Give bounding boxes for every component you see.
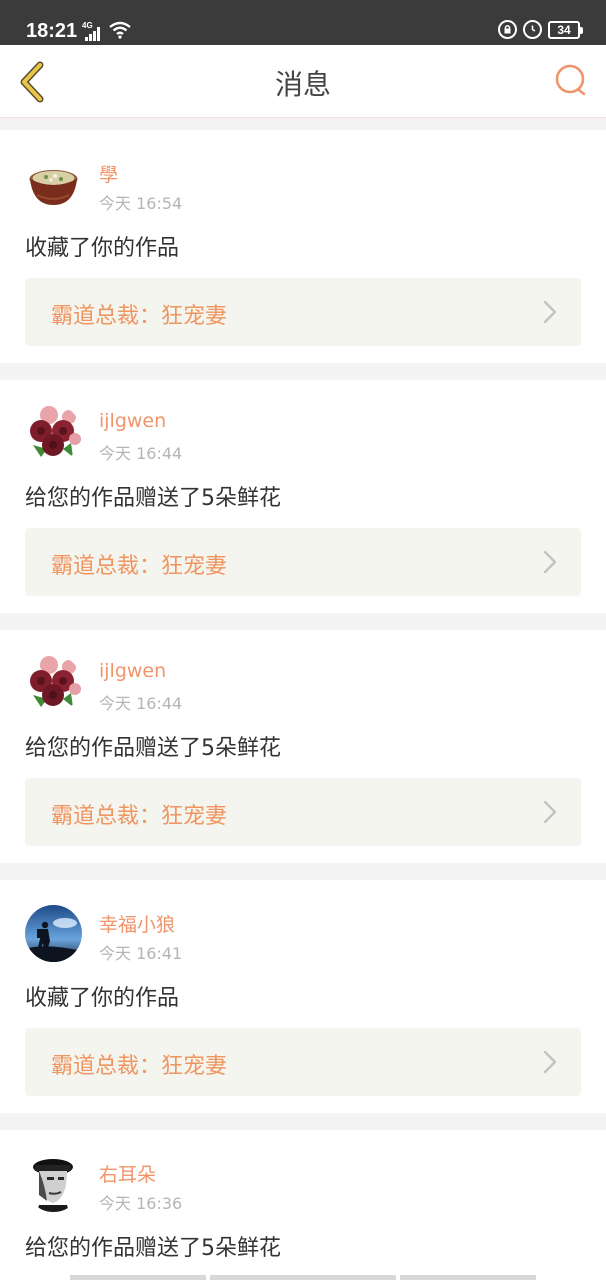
chevron-right-icon (543, 1050, 557, 1074)
roses-avatar[interactable] (25, 655, 82, 712)
message-time: 今天 16:36 (99, 1194, 183, 1213)
work-link[interactable]: 霸道总裁：狂宠妻 (25, 278, 581, 346)
hiker-avatar[interactable] (25, 905, 82, 962)
message-card[interactable]: ijlgwen 今天 16:44 给您的作品赠送了5朵鲜花 霸道总裁：狂宠妻 (0, 380, 606, 613)
nav-bar: 消息 (0, 45, 606, 118)
signal-icon: 4G (82, 21, 104, 41)
work-title: 霸道总裁：狂宠妻 (51, 554, 228, 579)
page-title: 消息 (274, 68, 331, 101)
soup-bowl-avatar[interactable] (25, 155, 82, 212)
user-name[interactable]: 右耳朵 (99, 1160, 156, 1187)
message-card[interactable]: 右耳朵 今天 16:36 给您的作品赠送了5朵鲜花 (0, 1130, 606, 1280)
battery-level: 34 (557, 22, 571, 37)
message-text: 收藏了你的作品 (25, 986, 180, 1011)
message-time: 今天 16:54 (99, 194, 183, 213)
message-card[interactable]: 學 今天 16:54 收藏了你的作品 霸道总裁：狂宠妻 (0, 130, 606, 363)
message-list: 學 今天 16:54 收藏了你的作品 霸道总裁：狂宠妻 ijlgwen 今天 1… (0, 130, 606, 1280)
user-name[interactable]: ijlgwen (99, 660, 166, 682)
man-portrait-avatar[interactable] (25, 1155, 82, 1212)
lock-rotation-icon (498, 20, 517, 39)
search-icon[interactable] (554, 63, 590, 99)
chevron-right-icon (543, 550, 557, 574)
user-name[interactable]: 幸福小狼 (99, 910, 175, 937)
message-text: 给您的作品赠送了5朵鲜花 (25, 736, 281, 761)
chevron-right-icon (543, 300, 557, 324)
wifi-icon (109, 21, 131, 39)
message-card[interactable]: ijlgwen 今天 16:44 给您的作品赠送了5朵鲜花 霸道总裁：狂宠妻 (0, 630, 606, 863)
message-time: 今天 16:44 (99, 694, 183, 713)
work-link[interactable]: 霸道总裁：狂宠妻 (25, 1028, 581, 1096)
user-name[interactable]: ijlgwen (99, 410, 166, 432)
battery-icon: 34 (548, 20, 583, 39)
work-link[interactable]: 霸道总裁：狂宠妻 (25, 778, 581, 846)
work-title: 霸道总裁：狂宠妻 (51, 1054, 228, 1079)
chevron-right-icon (543, 800, 557, 824)
user-name[interactable]: 學 (99, 160, 118, 187)
next-card-edge (70, 1275, 536, 1280)
work-title: 霸道总裁：狂宠妻 (51, 304, 228, 329)
work-link[interactable]: 霸道总裁：狂宠妻 (25, 528, 581, 596)
message-text: 给您的作品赠送了5朵鲜花 (25, 486, 281, 511)
roses-avatar[interactable] (25, 405, 82, 462)
message-text: 给您的作品赠送了5朵鲜花 (25, 1236, 281, 1261)
alarm-icon (523, 20, 542, 39)
message-time: 今天 16:41 (99, 944, 183, 963)
work-title: 霸道总裁：狂宠妻 (51, 804, 228, 829)
status-bar: 18:21 4G 34 (0, 0, 606, 45)
message-card[interactable]: 幸福小狼 今天 16:41 收藏了你的作品 霸道总裁：狂宠妻 (0, 880, 606, 1113)
message-time: 今天 16:44 (99, 444, 183, 463)
message-text: 收藏了你的作品 (25, 236, 180, 261)
status-time: 18:21 (26, 20, 78, 42)
